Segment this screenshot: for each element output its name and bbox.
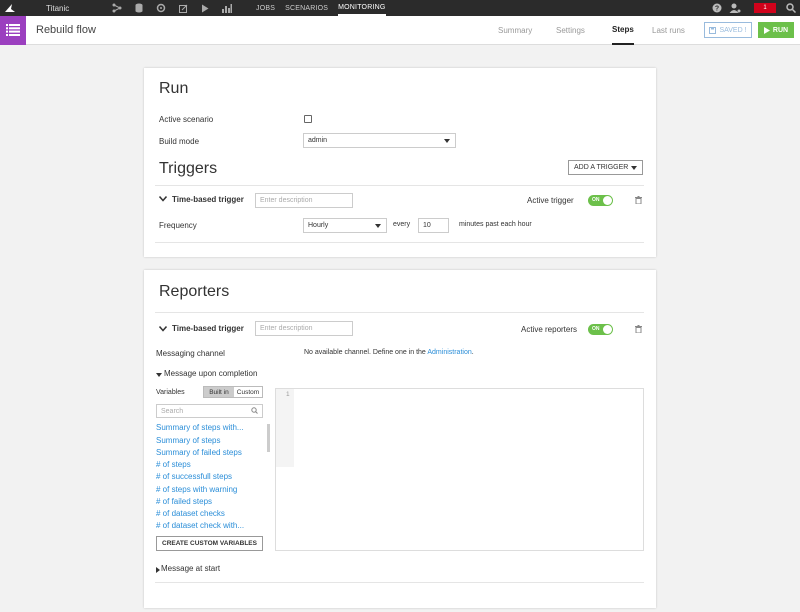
saved-label: SAVED !	[719, 26, 747, 34]
tab-settings[interactable]: Settings	[556, 16, 585, 45]
run-label: RUN	[772, 26, 789, 34]
minutes-input[interactable]: 10	[418, 218, 449, 233]
active-scenario-checkbox[interactable]	[304, 115, 312, 123]
channel-message: No available channel. Define one in the …	[304, 349, 474, 356]
project-name[interactable]: Titanic	[46, 4, 106, 13]
active-reporters-toggle[interactable]: ON	[588, 324, 613, 335]
reporter-description-input[interactable]: Enter description	[255, 321, 353, 336]
editor-line-number: 1	[286, 391, 290, 398]
variables-scrollbar[interactable]	[267, 424, 270, 452]
scenario-header: Rebuild flow Summary Settings Steps Last…	[0, 15, 800, 45]
chevron-down-icon	[444, 139, 450, 143]
divider	[155, 582, 644, 583]
logo-icon[interactable]	[2, 0, 18, 16]
divider	[155, 312, 644, 313]
tab-steps[interactable]: Steps	[612, 16, 634, 45]
trash-icon[interactable]	[635, 325, 642, 335]
caret-down-icon[interactable]	[156, 371, 162, 380]
dashboard-icon[interactable]	[216, 0, 238, 16]
reporter-name: Time-based trigger	[172, 324, 244, 333]
reporters-title: Reporters	[159, 283, 230, 300]
trash-icon[interactable]	[635, 196, 642, 206]
build-mode-value: admin	[308, 137, 328, 144]
run-title: Run	[159, 80, 189, 97]
build-mode-select[interactable]: admin	[303, 133, 456, 148]
collapse-chevron-icon[interactable]	[158, 195, 168, 204]
variable-item[interactable]: Summary of steps with...	[156, 423, 244, 432]
active-reporters-label: Active reporters	[521, 325, 578, 334]
top-navbar: Titanic JOBS SCENARIOS MONITORING ? 1	[0, 0, 800, 16]
chevron-down-icon	[375, 224, 381, 228]
svg-text:?: ?	[715, 6, 719, 13]
variable-item[interactable]: # of dataset checks	[156, 509, 225, 518]
builtin-tab[interactable]: Built in	[204, 387, 234, 397]
add-trigger-button[interactable]: ADD A TRIGGER	[568, 160, 643, 175]
page-title: Rebuild flow	[36, 24, 96, 36]
channel-period: .	[471, 349, 474, 356]
messaging-channel-label: Messaging channel	[156, 349, 225, 358]
active-trigger-toggle[interactable]: ON	[588, 195, 613, 206]
message-editor[interactable]: 1	[275, 388, 644, 551]
administration-link[interactable]: Administration	[427, 349, 471, 356]
every-label: every	[393, 221, 411, 228]
nav-jobs[interactable]: JOBS	[256, 0, 275, 16]
triggers-title: Triggers	[159, 160, 218, 177]
collapse-chevron-icon[interactable]	[158, 325, 168, 334]
chevron-down-icon	[631, 166, 637, 170]
message-completion-label[interactable]: Message upon completion	[164, 369, 257, 378]
run-button[interactable]: RUN	[758, 22, 794, 38]
datasets-icon[interactable]	[128, 0, 150, 16]
help-icon[interactable]: ?	[708, 0, 726, 16]
add-trigger-label: ADD A TRIGGER	[574, 164, 629, 171]
nav-scenarios[interactable]: SCENARIOS	[285, 0, 328, 16]
custom-tab[interactable]: Custom	[233, 387, 262, 397]
variables-search-input[interactable]: Search	[156, 404, 263, 418]
variables-label: Variables	[156, 389, 185, 396]
run-card: Run Active scenario Build mode admin Tri…	[144, 68, 656, 257]
frequency-value: Hourly	[308, 222, 329, 229]
variables-toggle-group: Built in Custom	[203, 386, 263, 398]
search-icon	[251, 407, 258, 416]
tab-summary[interactable]: Summary	[498, 16, 532, 45]
minutes-suffix: minutes past each hour	[459, 221, 532, 228]
variable-item[interactable]: # of steps with warning	[156, 485, 237, 494]
reporters-card: Reporters Time-based trigger Enter descr…	[144, 270, 656, 608]
channel-message-text: No available channel. Define one in the	[304, 349, 426, 356]
editor-gutter	[276, 389, 294, 467]
variable-item[interactable]: # of steps	[156, 460, 191, 469]
trigger-description-input[interactable]: Enter description	[255, 193, 353, 208]
flow-icon[interactable]	[106, 0, 128, 16]
variable-item[interactable]: Summary of steps	[156, 436, 220, 445]
scenario-list-icon[interactable]	[0, 15, 26, 45]
toggle-on-label: ON	[592, 326, 600, 332]
tab-last-runs[interactable]: Last runs	[652, 16, 685, 45]
toggle-on-label: ON	[592, 197, 600, 203]
active-trigger-label: Active trigger	[527, 196, 574, 205]
divider	[155, 185, 644, 186]
variable-item[interactable]: # of successfull steps	[156, 472, 232, 481]
variable-item[interactable]: # of failed steps	[156, 497, 212, 506]
nav-monitoring[interactable]: MONITORING	[338, 0, 386, 16]
trigger-name: Time-based trigger	[172, 195, 244, 204]
play-icon	[763, 26, 770, 34]
active-scenario-label: Active scenario	[159, 115, 214, 124]
save-icon	[709, 26, 717, 34]
frequency-label: Frequency	[159, 221, 197, 230]
play-icon[interactable]	[194, 0, 216, 16]
build-mode-label: Build mode	[159, 137, 200, 146]
message-start-label[interactable]: Message at start	[161, 564, 220, 573]
lab-icon[interactable]	[150, 0, 172, 16]
user-avatar-icon[interactable]	[726, 0, 744, 16]
search-icon[interactable]	[782, 0, 800, 16]
variable-item[interactable]: # of dataset check with...	[156, 521, 244, 530]
variable-item[interactable]: Summary of failed steps	[156, 448, 242, 457]
notification-badge[interactable]: 1	[754, 3, 776, 13]
frequency-select[interactable]: Hourly	[303, 218, 387, 233]
divider	[155, 242, 644, 243]
saved-button[interactable]: SAVED !	[704, 22, 752, 38]
create-custom-variables-button[interactable]: CREATE CUSTOM VARIABLES	[156, 536, 263, 551]
notebook-icon[interactable]	[172, 0, 194, 16]
